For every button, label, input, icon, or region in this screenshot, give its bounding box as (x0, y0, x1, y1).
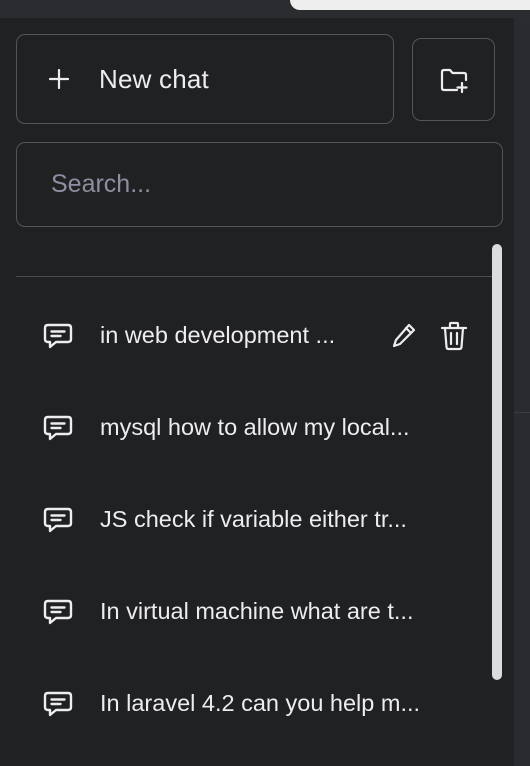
conversation-item[interactable]: JS check if variable either tr... (16, 474, 484, 566)
chat-bubble-icon (43, 323, 73, 349)
search-input[interactable] (16, 142, 503, 227)
pencil-icon[interactable] (389, 320, 419, 352)
conversation-title: JS check if variable either tr... (100, 506, 407, 532)
conversation-title: In laravel 4.2 can you help m... (100, 690, 421, 716)
browser-top-bar (0, 0, 530, 18)
chat-bubble-icon (43, 691, 73, 717)
conversation-title: mysql how to allow my local... (100, 414, 410, 440)
conversation-title: in web development ... (100, 322, 336, 348)
chat-bubble-icon (43, 599, 73, 625)
new-chat-label: New chat (99, 63, 209, 94)
main-content-edge (514, 18, 530, 766)
new-folder-button[interactable] (412, 38, 495, 121)
chat-bubble-icon (43, 507, 73, 533)
conversation-item[interactable]: mysql how to allow my local... (16, 382, 484, 474)
main-content-divider (514, 412, 530, 413)
conversation-title: In virtual machine what are t... (100, 598, 414, 624)
folder-plus-icon (440, 68, 468, 93)
conversation-item[interactable]: In virtual machine what are t... (16, 566, 484, 658)
conversation-item[interactable]: in web development ... (16, 290, 484, 382)
trash-icon[interactable] (439, 320, 469, 352)
chat-sidebar: New chat in web development ... (0, 18, 514, 766)
list-divider (16, 276, 492, 277)
conversation-item[interactable]: In laravel 4.2 can you help m... (16, 658, 484, 750)
chat-bubble-icon (43, 415, 73, 441)
page: New chat in web development ... (0, 0, 530, 766)
scrollbar-thumb[interactable] (492, 244, 502, 680)
browser-tab-area (290, 0, 530, 10)
new-chat-button[interactable]: New chat (16, 34, 394, 124)
conversation-list: in web development ... mysql how to allo… (16, 290, 484, 750)
conversation-actions (389, 320, 469, 352)
plus-icon (48, 68, 70, 90)
